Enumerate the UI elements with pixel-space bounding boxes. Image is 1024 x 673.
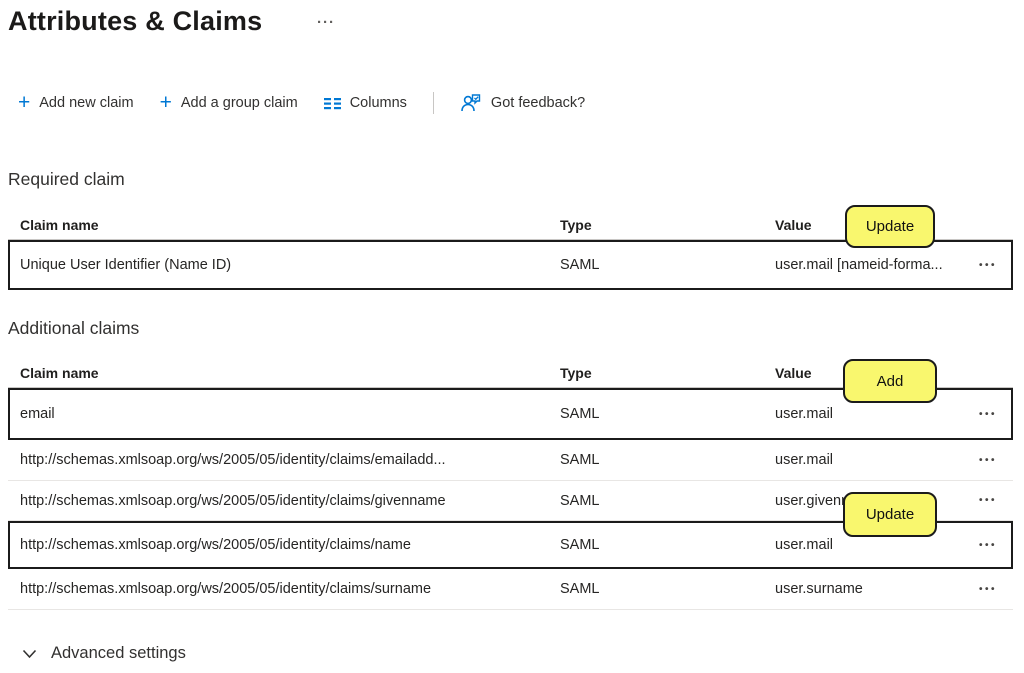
got-feedback-label: Got feedback?	[491, 95, 585, 111]
cell-value: user.mail	[763, 452, 965, 468]
column-header-claim-name[interactable]: Claim name	[8, 217, 548, 233]
feedback-person-icon	[460, 93, 482, 113]
add-group-claim-button[interactable]: + Add a group claim	[160, 94, 298, 113]
cell-value: user.surname	[763, 581, 965, 597]
column-header-claim-name[interactable]: Claim name	[8, 365, 548, 381]
table-row-emailaddress[interactable]: http://schemas.xmlsoap.org/ws/2005/05/id…	[8, 440, 1013, 481]
annotation-note-update-required: Update	[845, 205, 935, 248]
row-context-menu-icon[interactable]: •••	[977, 256, 999, 275]
columns-button[interactable]: Columns	[324, 95, 407, 111]
add-new-claim-label: Add new claim	[39, 95, 133, 111]
row-context-menu-icon[interactable]: •••	[977, 580, 999, 599]
plus-icon: +	[160, 92, 172, 113]
row-context-menu-icon[interactable]: •••	[977, 491, 999, 510]
cell-claim-name: http://schemas.xmlsoap.org/ws/2005/05/id…	[8, 452, 548, 468]
cell-claim-name: email	[10, 406, 550, 422]
table-row-surname[interactable]: http://schemas.xmlsoap.org/ws/2005/05/id…	[8, 569, 1013, 610]
add-new-claim-button[interactable]: + Add new claim	[18, 94, 134, 113]
plus-icon: +	[18, 92, 30, 113]
required-claim-section-title: Required claim	[8, 169, 125, 190]
title-more-menu-icon[interactable]: ···	[317, 14, 335, 31]
cell-type: SAML	[548, 452, 763, 468]
cell-value: user.mail [nameid-forma...	[765, 257, 967, 273]
annotation-note-update-name: Update	[843, 492, 937, 537]
cell-claim-name: http://schemas.xmlsoap.org/ws/2005/05/id…	[8, 581, 548, 597]
columns-label: Columns	[350, 95, 407, 111]
cell-value: user.mail	[765, 406, 967, 422]
advanced-settings-toggle[interactable]: Advanced settings	[22, 644, 186, 663]
cell-type: SAML	[550, 257, 765, 273]
command-bar: + Add new claim + Add a group claim Colu…	[18, 86, 585, 120]
column-header-type[interactable]: Type	[548, 365, 763, 381]
row-context-menu-icon[interactable]: •••	[977, 405, 999, 424]
additional-claims-section-title: Additional claims	[8, 318, 139, 339]
add-group-claim-label: Add a group claim	[181, 95, 298, 111]
cell-claim-name: http://schemas.xmlsoap.org/ws/2005/05/id…	[10, 537, 550, 553]
cell-value: user.mail	[765, 537, 967, 553]
annotation-note-add-email: Add	[843, 359, 937, 403]
toolbar-divider	[433, 92, 434, 114]
column-header-type[interactable]: Type	[548, 217, 763, 233]
columns-icon	[324, 96, 341, 111]
cell-claim-name: http://schemas.xmlsoap.org/ws/2005/05/id…	[8, 493, 548, 509]
row-context-menu-icon[interactable]: •••	[977, 451, 999, 470]
attributes-claims-page: Attributes & Claims ··· + Add new claim …	[0, 0, 1024, 673]
advanced-settings-label: Advanced settings	[51, 644, 186, 663]
cell-type: SAML	[548, 581, 763, 597]
got-feedback-button[interactable]: Got feedback?	[460, 93, 585, 113]
cell-type: SAML	[550, 406, 765, 422]
row-context-menu-icon[interactable]: •••	[977, 536, 999, 555]
cell-type: SAML	[548, 493, 763, 509]
chevron-down-icon	[22, 649, 37, 659]
cell-type: SAML	[550, 537, 765, 553]
page-title: Attributes & Claims	[8, 6, 262, 37]
cell-claim-name: Unique User Identifier (Name ID)	[10, 257, 550, 273]
